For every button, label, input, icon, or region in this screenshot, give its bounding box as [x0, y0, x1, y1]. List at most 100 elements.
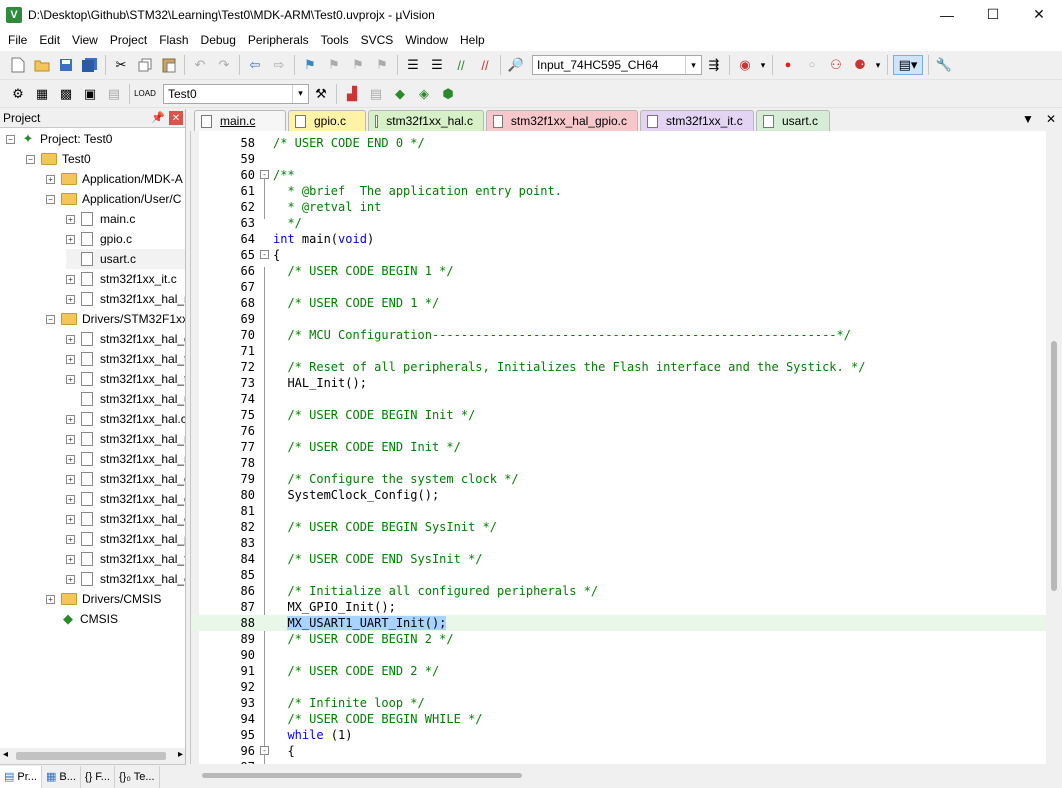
window-layout-icon[interactable]: ▤▾ [893, 55, 923, 75]
copy-icon[interactable] [135, 55, 155, 75]
translate-icon[interactable]: ⚙ [8, 84, 28, 104]
kill-breakpoints-icon[interactable]: ⚈ [850, 55, 870, 75]
tree-item-file[interactable]: + stm32f1xx_hal_e [66, 569, 185, 589]
code-line[interactable]: 96- { [191, 743, 1046, 759]
code-line[interactable]: 65-{ [191, 247, 1046, 263]
cut-icon[interactable]: ✂ [111, 55, 131, 75]
disable-breakpoints-icon[interactable]: ⚇ [826, 55, 846, 75]
comment-icon[interactable]: // [451, 55, 471, 75]
menu-peripherals[interactable]: Peripherals [242, 33, 315, 47]
tree-item-folder[interactable]: + Drivers/CMSIS [46, 589, 161, 609]
menu-project[interactable]: Project [104, 33, 153, 47]
tree-item-file[interactable]: + stm32f1xx_hal_g [66, 329, 185, 349]
tree-item-file[interactable]: stm32f1xx_hal_u [66, 389, 185, 409]
chevron-down-icon[interactable]: ▾ [759, 55, 767, 75]
find-in-files-icon[interactable]: 🔎 [506, 55, 526, 75]
tree-item-file[interactable]: + stm32f1xx_it.c [66, 269, 177, 289]
code-line[interactable]: 59 [191, 151, 1046, 167]
insert-breakpoint-icon[interactable]: ● [778, 55, 798, 75]
code-line[interactable]: 84 /* USER CODE END SysInit */ [191, 551, 1046, 567]
tree-item-file[interactable]: + main.c [66, 209, 135, 229]
target-select[interactable]: Test0 ▾ [163, 83, 309, 104]
tab-functions[interactable]: {} F... [81, 765, 115, 788]
code-line[interactable]: 90 [191, 647, 1046, 663]
tree-item-folder[interactable]: − Drivers/STM32F1xx [46, 309, 185, 329]
unindent-icon[interactable]: ☰ [427, 55, 447, 75]
tree-item-file[interactable]: + stm32f1xx_hal_t [66, 369, 185, 389]
code-line[interactable]: 87 MX_GPIO_Init(); [191, 599, 1046, 615]
incremental-find-icon[interactable]: ⇶ [704, 55, 724, 75]
tree-item-file-selected[interactable]: usart.c [66, 249, 185, 269]
stop-build-icon[interactable]: ▤ [104, 84, 124, 104]
tree-item-file[interactable]: + stm32f1xx_hal.c [66, 409, 185, 429]
pack-installer-icon[interactable]: ◈ [414, 84, 434, 104]
code-line[interactable]: 63 */ [191, 215, 1046, 231]
code-editor[interactable]: 58/* USER CODE END 0 */59 60-/** 61 * @bri… [190, 131, 1046, 764]
pin-icon[interactable]: 📌 [151, 111, 165, 124]
minimize-button[interactable]: — [924, 0, 970, 29]
bookmark-icon[interactable]: ⚑ [300, 55, 320, 75]
clear-bookmarks-icon[interactable]: ⚑ [372, 55, 392, 75]
chevron-down-icon[interactable]: ▾ [292, 84, 308, 103]
menu-window[interactable]: Window [399, 33, 454, 47]
configure-icon[interactable]: 🔧 [934, 55, 954, 75]
close-button[interactable]: ✕ [1016, 0, 1062, 29]
tree-item-folder[interactable]: + Application/MDK-A [46, 169, 183, 189]
undo-icon[interactable]: ↶ [190, 55, 210, 75]
code-line[interactable]: 71 [191, 343, 1046, 359]
tree-item-file[interactable]: + stm32f1xx_hal_c [66, 509, 185, 529]
chevron-down-icon[interactable]: ▾ [874, 55, 882, 75]
indent-icon[interactable]: ☰ [403, 55, 423, 75]
code-line[interactable]: 60-/** [191, 167, 1046, 183]
menu-help[interactable]: Help [454, 33, 491, 47]
code-line[interactable]: 78 [191, 455, 1046, 471]
code-line[interactable]: 82 /* USER CODE BEGIN SysInit */ [191, 519, 1046, 535]
code-line[interactable]: 94 /* USER CODE BEGIN WHILE */ [191, 711, 1046, 727]
code-line[interactable]: 75 /* USER CODE BEGIN Init */ [191, 407, 1046, 423]
menu-file[interactable]: File [2, 33, 33, 47]
tab-books[interactable]: ▦ B... [42, 765, 81, 788]
code-line[interactable]: 92 [191, 679, 1046, 695]
prev-bookmark-icon[interactable]: ⚑ [324, 55, 344, 75]
code-line[interactable]: 68 /* USER CODE END 1 */ [191, 295, 1046, 311]
code-line[interactable]: 74 [191, 391, 1046, 407]
manage-rte-icon[interactable]: ◆ [390, 84, 410, 104]
fold-toggle-icon[interactable]: - [260, 746, 269, 755]
navigate-back-icon[interactable]: ⇦ [245, 55, 265, 75]
tab-templates[interactable]: {}₀ Te... [115, 765, 160, 788]
select-packs-icon[interactable]: ▤ [366, 84, 386, 104]
menu-flash[interactable]: Flash [153, 33, 194, 47]
tree-item-file[interactable]: + stm32f1xx_hal_r [66, 429, 185, 449]
scroll-left-icon[interactable]: ◂ [3, 749, 8, 760]
target-options-icon[interactable]: ⚒ [311, 84, 331, 104]
code-line[interactable]: 70 /* MCU Configuration-----------------… [191, 327, 1046, 343]
build-icon[interactable]: ▦ [32, 84, 52, 104]
open-folder-icon[interactable] [32, 55, 52, 75]
code-line[interactable]: 66 /* USER CODE BEGIN 1 */ [191, 263, 1046, 279]
maximize-button[interactable]: ☐ [970, 0, 1016, 29]
code-line[interactable]: 77 /* USER CODE END Init */ [191, 439, 1046, 455]
batch-build-icon[interactable]: ▣ [80, 84, 100, 104]
menu-debug[interactable]: Debug [195, 33, 242, 47]
code-line[interactable]: 80 SystemClock_Config(); [191, 487, 1046, 503]
debug-session-icon[interactable]: ◉ [735, 55, 755, 75]
editor-horizontal-scrollbar[interactable] [190, 764, 1046, 788]
menu-edit[interactable]: Edit [33, 33, 66, 47]
load-flash-icon[interactable]: LOAD [134, 84, 156, 104]
next-bookmark-icon[interactable]: ⚑ [348, 55, 368, 75]
code-line[interactable]: 62 * @retval int [191, 199, 1046, 215]
tree-item-file[interactable]: + stm32f1xx_hal_d [66, 489, 185, 509]
scroll-right-icon[interactable]: ▸ [178, 749, 183, 760]
code-line[interactable]: 69 [191, 311, 1046, 327]
close-tab-icon[interactable]: ✕ [1046, 112, 1056, 126]
find-combo[interactable]: Input_74HC595_CH64 ▾ [532, 55, 702, 75]
code-line[interactable]: 86 /* Initialize all configured peripher… [191, 583, 1046, 599]
chevron-down-icon[interactable]: ▾ [685, 56, 701, 74]
close-icon[interactable]: ✕ [169, 111, 183, 125]
menu-svcs[interactable]: SVCS [355, 33, 400, 47]
project-horizontal-scrollbar[interactable]: ◂ ▸ [0, 748, 185, 764]
save-icon[interactable] [56, 55, 76, 75]
tab-stm32f1xx-hal-c[interactable]: stm32f1xx_hal.c [368, 110, 484, 131]
menu-view[interactable]: View [66, 33, 104, 47]
code-line[interactable]: 76 [191, 423, 1046, 439]
